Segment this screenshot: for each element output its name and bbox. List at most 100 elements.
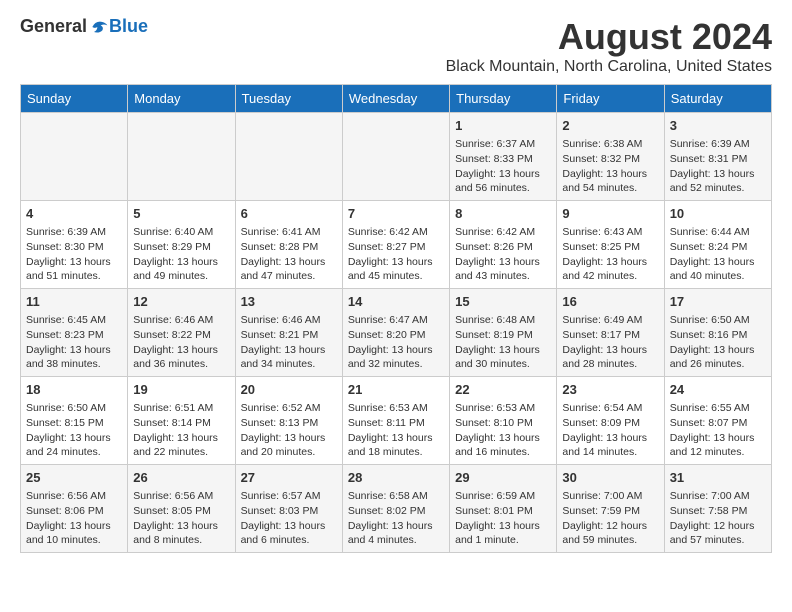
calendar-header-row: SundayMondayTuesdayWednesdayThursdayFrid…	[21, 85, 772, 113]
day-info: Sunrise: 6:52 AM Sunset: 8:13 PM Dayligh…	[241, 401, 337, 460]
calendar-cell: 26 Sunrise: 6:56 AM Sunset: 8:05 PM Dayli…	[128, 465, 235, 553]
column-header-friday: Friday	[557, 85, 664, 113]
day-number: 29	[455, 469, 551, 487]
day-number: 12	[133, 293, 229, 311]
day-info: Sunrise: 6:55 AM Sunset: 8:07 PM Dayligh…	[670, 401, 766, 460]
day-info: Sunrise: 6:50 AM Sunset: 8:16 PM Dayligh…	[670, 313, 766, 372]
day-info: Sunrise: 6:53 AM Sunset: 8:10 PM Dayligh…	[455, 401, 551, 460]
day-number: 2	[562, 117, 658, 135]
calendar-cell: 29 Sunrise: 6:59 AM Sunset: 8:01 PM Dayli…	[450, 465, 557, 553]
column-header-thursday: Thursday	[450, 85, 557, 113]
day-info: Sunrise: 6:57 AM Sunset: 8:03 PM Dayligh…	[241, 489, 337, 548]
day-info: Sunrise: 6:39 AM Sunset: 8:31 PM Dayligh…	[670, 137, 766, 196]
day-number: 31	[670, 469, 766, 487]
calendar-week-row: 1 Sunrise: 6:37 AM Sunset: 8:33 PM Daylig…	[21, 113, 772, 201]
column-header-sunday: Sunday	[21, 85, 128, 113]
day-info: Sunrise: 6:54 AM Sunset: 8:09 PM Dayligh…	[562, 401, 658, 460]
calendar-week-row: 4Sunrise: 6:39 AM Sunset: 8:30 PM Daylig…	[21, 201, 772, 289]
calendar-week-row: 18 Sunrise: 6:50 AM Sunset: 8:15 PM Dayli…	[21, 377, 772, 465]
logo-blue-text: Blue	[109, 16, 148, 37]
calendar-cell: 7 Sunrise: 6:42 AM Sunset: 8:27 PM Daylig…	[342, 201, 449, 289]
calendar-cell: 20 Sunrise: 6:52 AM Sunset: 8:13 PM Dayli…	[235, 377, 342, 465]
column-header-saturday: Saturday	[664, 85, 771, 113]
title-area: August 2024 Black Mountain, North Caroli…	[446, 16, 772, 76]
calendar-cell: 11Sunrise: 6:45 AM Sunset: 8:23 PM Dayli…	[21, 289, 128, 377]
logo-bird-icon	[89, 17, 109, 37]
day-number: 7	[348, 205, 444, 223]
day-number: 20	[241, 381, 337, 399]
calendar-cell: 27 Sunrise: 6:57 AM Sunset: 8:03 PM Dayli…	[235, 465, 342, 553]
calendar-cell: 14Sunrise: 6:47 AM Sunset: 8:20 PM Dayli…	[342, 289, 449, 377]
day-number: 19	[133, 381, 229, 399]
day-info: Sunrise: 6:46 AM Sunset: 8:22 PM Dayligh…	[133, 313, 229, 372]
logo-general-text: General	[20, 16, 87, 37]
column-header-wednesday: Wednesday	[342, 85, 449, 113]
day-info: Sunrise: 7:00 AM Sunset: 7:58 PM Dayligh…	[670, 489, 766, 548]
day-number: 26	[133, 469, 229, 487]
day-info: Sunrise: 6:50 AM Sunset: 8:15 PM Dayligh…	[26, 401, 122, 460]
day-number: 15	[455, 293, 551, 311]
calendar-table: SundayMondayTuesdayWednesdayThursdayFrid…	[20, 84, 772, 553]
logo: General Blue	[20, 16, 148, 37]
day-info: Sunrise: 6:53 AM Sunset: 8:11 PM Dayligh…	[348, 401, 444, 460]
column-header-tuesday: Tuesday	[235, 85, 342, 113]
calendar-cell: 22 Sunrise: 6:53 AM Sunset: 8:10 PM Dayli…	[450, 377, 557, 465]
calendar-cell: 9 Sunrise: 6:43 AM Sunset: 8:25 PM Daylig…	[557, 201, 664, 289]
day-info: Sunrise: 6:46 AM Sunset: 8:21 PM Dayligh…	[241, 313, 337, 372]
day-info: Sunrise: 6:47 AM Sunset: 8:20 PM Dayligh…	[348, 313, 444, 372]
day-number: 13	[241, 293, 337, 311]
calendar-cell	[21, 113, 128, 201]
day-info: Sunrise: 6:39 AM Sunset: 8:30 PM Dayligh…	[26, 225, 122, 284]
calendar-cell: 23 Sunrise: 6:54 AM Sunset: 8:09 PM Dayli…	[557, 377, 664, 465]
day-number: 17	[670, 293, 766, 311]
calendar-cell: 13 Sunrise: 6:46 AM Sunset: 8:21 PM Dayli…	[235, 289, 342, 377]
day-info: Sunrise: 6:43 AM Sunset: 8:25 PM Dayligh…	[562, 225, 658, 284]
day-info: Sunrise: 6:38 AM Sunset: 8:32 PM Dayligh…	[562, 137, 658, 196]
calendar-cell: 17 Sunrise: 6:50 AM Sunset: 8:16 PM Dayli…	[664, 289, 771, 377]
day-info: Sunrise: 6:40 AM Sunset: 8:29 PM Dayligh…	[133, 225, 229, 284]
day-info: Sunrise: 6:51 AM Sunset: 8:14 PM Dayligh…	[133, 401, 229, 460]
calendar-cell: 18 Sunrise: 6:50 AM Sunset: 8:15 PM Dayli…	[21, 377, 128, 465]
day-info: Sunrise: 6:56 AM Sunset: 8:06 PM Dayligh…	[26, 489, 122, 548]
day-number: 18	[26, 381, 122, 399]
day-info: Sunrise: 6:42 AM Sunset: 8:26 PM Dayligh…	[455, 225, 551, 284]
day-number: 25	[26, 469, 122, 487]
calendar-cell: 10Sunrise: 6:44 AM Sunset: 8:24 PM Dayli…	[664, 201, 771, 289]
day-info: Sunrise: 7:00 AM Sunset: 7:59 PM Dayligh…	[562, 489, 658, 548]
subtitle: Black Mountain, North Carolina, United S…	[446, 58, 772, 76]
calendar-cell: 2 Sunrise: 6:38 AM Sunset: 8:32 PM Daylig…	[557, 113, 664, 201]
day-info: Sunrise: 6:59 AM Sunset: 8:01 PM Dayligh…	[455, 489, 551, 548]
day-number: 21	[348, 381, 444, 399]
calendar-cell: 25 Sunrise: 6:56 AM Sunset: 8:06 PM Dayli…	[21, 465, 128, 553]
calendar-cell: 6Sunrise: 6:41 AM Sunset: 8:28 PM Daylig…	[235, 201, 342, 289]
column-header-monday: Monday	[128, 85, 235, 113]
calendar-cell: 1 Sunrise: 6:37 AM Sunset: 8:33 PM Daylig…	[450, 113, 557, 201]
day-info: Sunrise: 6:48 AM Sunset: 8:19 PM Dayligh…	[455, 313, 551, 372]
calendar-cell: 4Sunrise: 6:39 AM Sunset: 8:30 PM Daylig…	[21, 201, 128, 289]
calendar-cell	[342, 113, 449, 201]
calendar-cell: 24 Sunrise: 6:55 AM Sunset: 8:07 PM Dayli…	[664, 377, 771, 465]
calendar-cell: 19 Sunrise: 6:51 AM Sunset: 8:14 PM Dayli…	[128, 377, 235, 465]
day-info: Sunrise: 6:56 AM Sunset: 8:05 PM Dayligh…	[133, 489, 229, 548]
day-number: 6	[241, 205, 337, 223]
day-info: Sunrise: 6:45 AM Sunset: 8:23 PM Dayligh…	[26, 313, 122, 372]
day-number: 30	[562, 469, 658, 487]
calendar-cell: 8 Sunrise: 6:42 AM Sunset: 8:26 PM Daylig…	[450, 201, 557, 289]
page-header: General Blue August 2024 Black Mountain,…	[20, 16, 772, 76]
day-number: 1	[455, 117, 551, 135]
day-number: 22	[455, 381, 551, 399]
day-info: Sunrise: 6:49 AM Sunset: 8:17 PM Dayligh…	[562, 313, 658, 372]
calendar-week-row: 11Sunrise: 6:45 AM Sunset: 8:23 PM Dayli…	[21, 289, 772, 377]
day-number: 23	[562, 381, 658, 399]
day-info: Sunrise: 6:37 AM Sunset: 8:33 PM Dayligh…	[455, 137, 551, 196]
day-number: 5	[133, 205, 229, 223]
day-number: 24	[670, 381, 766, 399]
day-number: 8	[455, 205, 551, 223]
calendar-cell: 31 Sunrise: 7:00 AM Sunset: 7:58 PM Dayli…	[664, 465, 771, 553]
day-number: 27	[241, 469, 337, 487]
day-info: Sunrise: 6:42 AM Sunset: 8:27 PM Dayligh…	[348, 225, 444, 284]
calendar-cell: 15 Sunrise: 6:48 AM Sunset: 8:19 PM Dayli…	[450, 289, 557, 377]
calendar-cell: 21 Sunrise: 6:53 AM Sunset: 8:11 PM Dayli…	[342, 377, 449, 465]
day-number: 9	[562, 205, 658, 223]
calendar-cell: 30 Sunrise: 7:00 AM Sunset: 7:59 PM Dayli…	[557, 465, 664, 553]
